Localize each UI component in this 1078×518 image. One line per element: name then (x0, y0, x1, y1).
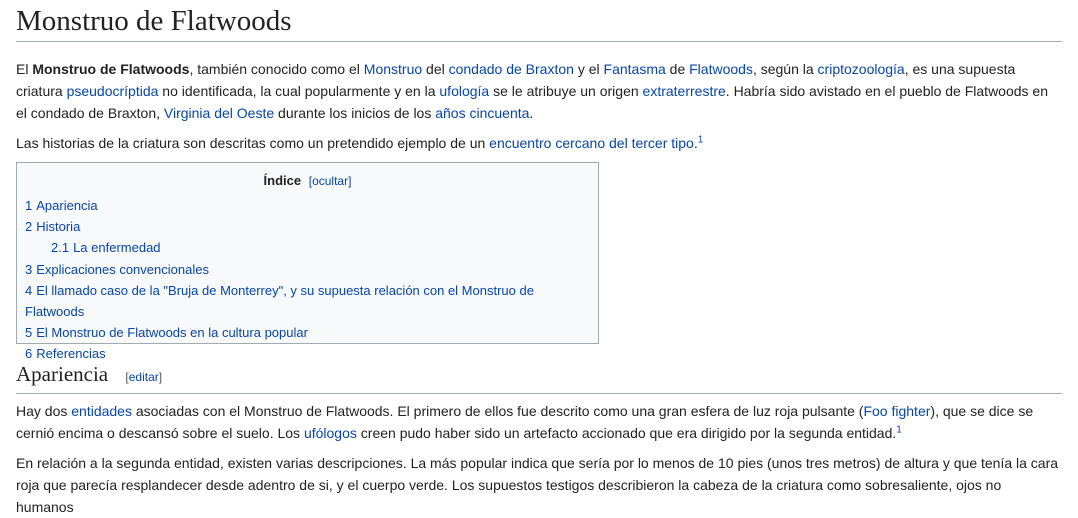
reference-link[interactable]: 1 (896, 424, 902, 435)
toc-label: Apariencia (36, 198, 98, 213)
toc-label: El Monstruo de Flatwoods en la cultura p… (36, 325, 308, 341)
wiki-link[interactable]: Monstruo (364, 61, 422, 77)
wiki-link[interactable]: extraterrestre (643, 83, 726, 99)
toc-item: 3 Explicaciones convencionales (25, 259, 590, 280)
toc-link[interactable]: 4 El llamado caso de la "Bruja de Monterr… (25, 283, 534, 319)
reference-link[interactable]: 1 (698, 134, 704, 145)
wiki-link[interactable]: criptozoología (818, 61, 905, 77)
section-paragraph: Hay dos entidades asociadas con el Monst… (16, 400, 1062, 444)
text-run: , también conocido como el (189, 61, 364, 77)
intro-paragraph: El Monstruo de Flatwoods, también conoci… (16, 58, 1062, 124)
toc-label: Historia (36, 219, 81, 235)
article-content: Monstruo de Flatwoods El Monstruo de Fla… (0, 0, 1078, 518)
section-edit: [editar] (125, 370, 162, 384)
toc-title: Índice (263, 173, 302, 188)
toc-toggle-link[interactable]: [ocultar] (309, 174, 352, 188)
edit-bracket-close: ] (158, 370, 163, 384)
table-of-contents: Índice [ocultar] 1 Apariencia 2 Historia 2.1… (16, 162, 599, 361)
toc-label: El llamado caso de la "Bruja de Monterre… (25, 282, 534, 320)
toc-number: 4 (25, 282, 33, 298)
reference-sup: 1 (698, 134, 704, 145)
text-run: El (16, 61, 33, 77)
section-heading-apariencia: Apariencia [editar] (16, 360, 1062, 394)
toc-item: 5 El Monstruo de Flatwoods en la cultura … (25, 322, 590, 343)
toc-number: 2 (25, 219, 33, 235)
page-title: Monstruo de Flatwoods (16, 0, 1062, 42)
text-run: , según la (752, 61, 818, 77)
text-run: asociadas con el Monstruo de Flatwoods. … (131, 403, 864, 419)
wiki-link[interactable]: condado de Braxton (449, 61, 574, 77)
text-run: Hay dos (16, 403, 72, 419)
text-run: se le atribuye un origen (489, 83, 643, 99)
bold-term: Monstruo de Flatwoods (32, 61, 190, 77)
toc-link[interactable]: 2.1 La enfermedad (51, 240, 161, 255)
text-run: y el (573, 61, 604, 77)
reference-sup: 1 (896, 424, 902, 435)
toc-link[interactable]: 1 Apariencia (25, 198, 98, 213)
section-title: Apariencia (16, 362, 109, 386)
wiki-link[interactable]: años cincuenta (435, 105, 529, 121)
text-run: En relación a la segunda entidad, existe… (16, 455, 1059, 515)
wiki-link[interactable]: Fantasma (604, 61, 666, 77)
toc-number: 1 (25, 198, 33, 213)
toc-number: 2.1 (51, 240, 70, 256)
edit-section-link[interactable]: editar (129, 370, 159, 384)
text-run: del (422, 61, 449, 77)
toc-label: Explicaciones convencionales (36, 261, 209, 277)
text-run: Las historias de la criatura son descrit… (16, 135, 490, 151)
wiki-link[interactable]: ufología (439, 83, 489, 99)
wiki-link[interactable]: pseudocríptida (67, 83, 159, 99)
toc-item: 2 Historia (25, 216, 590, 237)
toc-item: 2.1 La enfermedad (25, 237, 590, 258)
toc-list: 1 Apariencia 2 Historia 2.1 La enfermedad 3 Exp… (25, 195, 590, 365)
text-run: . (529, 105, 534, 121)
toc-link[interactable]: 5 El Monstruo de Flatwoods en la cultura … (25, 325, 308, 340)
toc-link[interactable]: 2 Historia (25, 219, 80, 234)
toc-number: 5 (25, 325, 33, 341)
intro-paragraph-2: Las historias de la criatura son descrit… (16, 132, 1062, 154)
text-run: creen pudo haber sido un artefacto accio… (356, 425, 897, 441)
wiki-link[interactable]: ufólogos (304, 425, 357, 441)
toc-label: La enfermedad (73, 240, 161, 256)
text-run: no identificada, la cual popularmente y … (158, 83, 440, 99)
text-run: durante los inicios de los (274, 105, 436, 121)
wiki-link[interactable]: entidades (71, 403, 132, 419)
toc-item: 1 Apariencia (25, 195, 590, 216)
section-paragraph-2: En relación a la segunda entidad, existe… (16, 452, 1062, 518)
toc-header: Índice [ocultar] (25, 171, 590, 191)
wiki-link[interactable]: encuentro cercano del tercer tipo (489, 135, 694, 151)
toc-link[interactable]: 3 Explicaciones convencionales (25, 262, 209, 277)
wiki-link[interactable]: Foo fighter (863, 403, 930, 419)
toc-number: 3 (25, 261, 33, 277)
text-run: de (665, 61, 690, 77)
toc-item: 4 El llamado caso de la "Bruja de Monterr… (25, 280, 590, 322)
wiki-link[interactable]: Flatwoods (689, 61, 753, 77)
wiki-link[interactable]: Virginia del Oeste (164, 105, 274, 121)
